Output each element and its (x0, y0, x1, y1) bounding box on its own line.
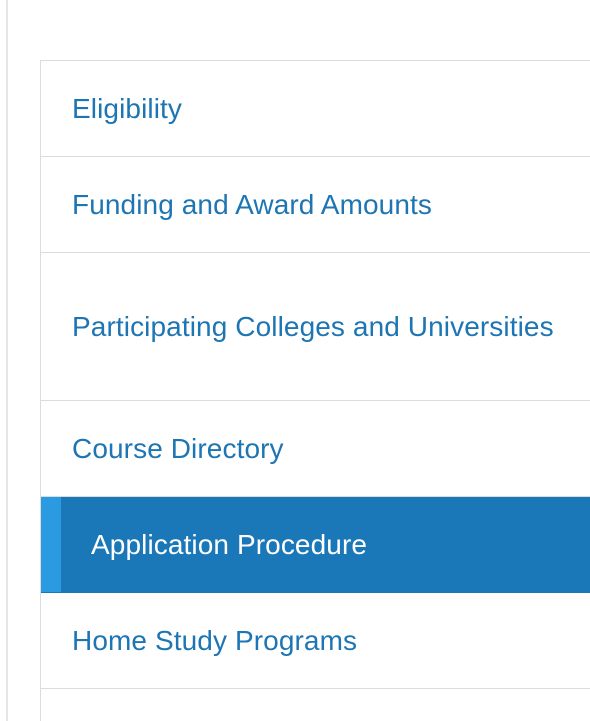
page-left-border (6, 0, 8, 721)
nav-item-label: Application Procedure (91, 528, 368, 560)
nav-item-label: Home Study Programs (72, 624, 358, 656)
nav-item-partially-visible[interactable] (41, 689, 590, 721)
nav-item-course-directory[interactable]: Course Directory (41, 401, 590, 497)
nav-item-eligibility[interactable]: Eligibility (41, 61, 590, 157)
page: Eligibility Funding and Award Amounts Pa… (0, 0, 590, 721)
nav-item-funding-and-award-amounts[interactable]: Funding and Award Amounts (41, 157, 590, 253)
nav-item-label: Course Directory (72, 432, 284, 464)
side-nav-menu: Eligibility Funding and Award Amounts Pa… (40, 60, 590, 721)
nav-item-label: Participating Colleges and Universities (72, 310, 554, 342)
nav-item-application-procedure[interactable]: Application Procedure (41, 497, 590, 593)
nav-item-home-study-programs[interactable]: Home Study Programs (41, 593, 590, 689)
nav-item-participating-colleges[interactable]: Participating Colleges and Universities (41, 253, 590, 401)
nav-item-label: Funding and Award Amounts (72, 188, 433, 220)
nav-item-label: Eligibility (72, 92, 183, 124)
